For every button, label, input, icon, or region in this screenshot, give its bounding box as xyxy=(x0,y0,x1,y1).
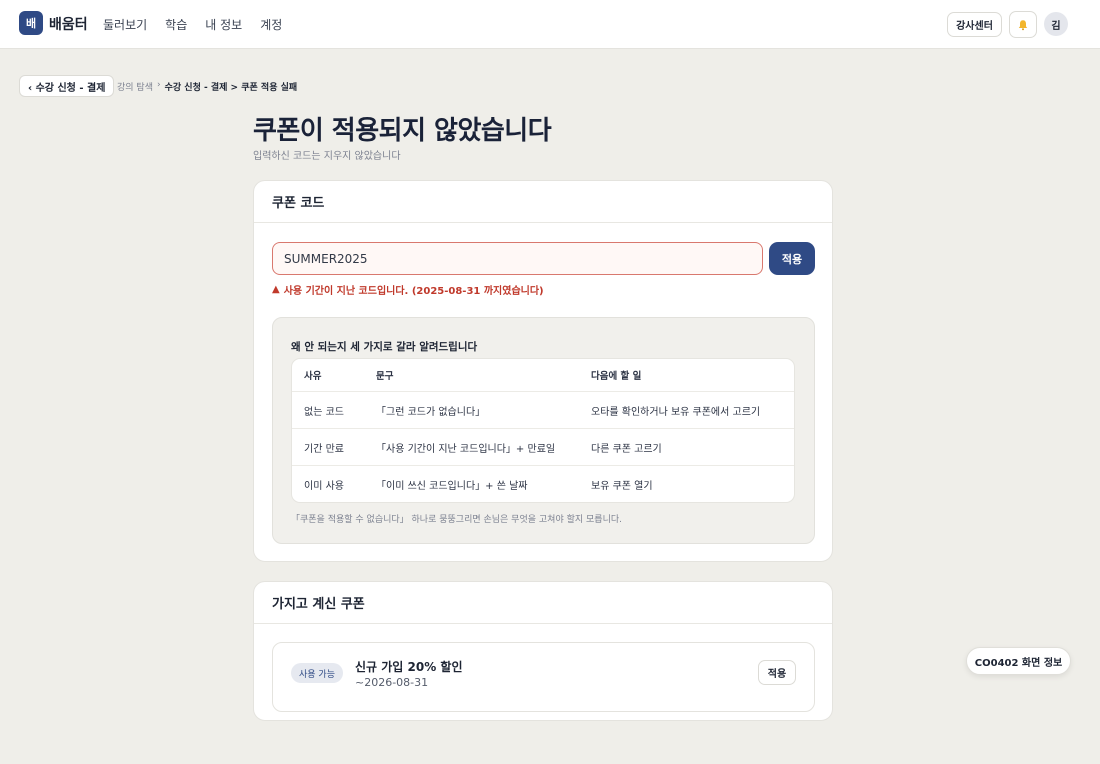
failure-reasons-table: 사유 문구 다음에 할 일 없는 코드 「그런 코드가 없습니다」 오타를 확인… xyxy=(291,358,795,503)
breadcrumb-root[interactable]: 강의 탐색 xyxy=(117,80,153,93)
next-step-cell: 다른 쿠폰 고르기 xyxy=(591,443,662,455)
coupon-code-card: 쿠폰 코드 적용 ▲ 사용 기간이 지난 코드입니다. (2025-08-31 … xyxy=(253,180,833,562)
next-step-cell: 보유 쿠폰 열기 xyxy=(591,480,653,492)
owned-coupons-card: 가지고 계신 쿠폰 사용 가능 신규 가입 20% 할인 ~2026-08-31… xyxy=(253,581,833,721)
bell-icon xyxy=(1018,19,1028,30)
table-row: 이미 사용 「이미 쓰신 코드입니다」+ 쓴 날짜 보유 쿠폰 열기 xyxy=(292,465,794,502)
instructor-center-button[interactable]: 강사센터 xyxy=(947,12,1002,37)
coupon-error-text: 사용 기간이 지난 코드입니다. (2025-08-31 까지였습니다) xyxy=(283,286,544,297)
reason-cell: 없는 코드 xyxy=(304,406,344,418)
nav-link-learning[interactable]: 학습 xyxy=(165,16,187,33)
logo-text[interactable]: 배움터 xyxy=(49,14,88,34)
coupon-code-input[interactable] xyxy=(272,242,763,275)
breadcrumb-current: 수강 신청 - 결제 > 쿠폰 적용 실패 xyxy=(164,83,298,93)
column-header-message: 문구 xyxy=(376,371,394,382)
nav-link-my-info[interactable]: 내 정보 xyxy=(205,16,242,33)
coupon-error-message: ▲ 사용 기간이 지난 코드입니다. (2025-08-31 까지였습니다) xyxy=(272,282,544,297)
apply-owned-coupon-button[interactable]: 적용 xyxy=(758,660,796,685)
top-nav: 배 배움터 둘러보기 학습 내 정보 계정 강사센터 김 xyxy=(0,0,1100,49)
scrollbar[interactable] xyxy=(1088,49,1100,764)
warning-icon: ▲ xyxy=(272,284,280,295)
coupon-code-heading: 쿠폰 코드 xyxy=(254,181,832,223)
nav-links: 둘러보기 학습 내 정보 계정 xyxy=(103,16,282,33)
table-header-row: 사유 문구 다음에 할 일 xyxy=(292,359,794,391)
owned-coupons-heading: 가지고 계신 쿠폰 xyxy=(254,582,832,624)
reason-cell: 이미 사용 xyxy=(304,480,344,492)
column-header-reason: 사유 xyxy=(304,371,322,382)
page-title: 쿠폰이 적용되지 않았습니다 xyxy=(253,116,552,146)
list-item: 사용 가능 신규 가입 20% 할인 ~2026-08-31 적용 xyxy=(272,642,815,712)
breadcrumb-separator: › xyxy=(156,80,161,90)
back-button[interactable]: ‹ 수강 신청 - 결제 xyxy=(19,75,115,97)
table-row: 기간 만료 「사용 기간이 지난 코드입니다」+ 만료일 다른 쿠폰 고르기 xyxy=(292,428,794,465)
message-cell: 「이미 쓰신 코드입니다」+ 쓴 날짜 xyxy=(376,480,528,492)
coupon-name: 신규 가입 20% 할인 xyxy=(355,660,463,674)
nav-link-browse[interactable]: 둘러보기 xyxy=(103,16,147,33)
next-step-cell: 오타를 확인하거나 보유 쿠폰에서 고르기 xyxy=(591,406,761,418)
status-badge: 사용 가능 xyxy=(291,663,343,683)
table-row: 없는 코드 「그런 코드가 없습니다」 오타를 확인하거나 보유 쿠폰에서 고르… xyxy=(292,391,794,428)
message-cell: 「그런 코드가 없습니다」 xyxy=(376,406,486,418)
avatar[interactable]: 김 xyxy=(1044,12,1068,36)
notification-button[interactable] xyxy=(1009,11,1037,38)
apply-coupon-button[interactable]: 적용 xyxy=(769,242,815,275)
breadcrumb: 강의 탐색 › 수강 신청 - 결제 > 쿠폰 적용 실패 xyxy=(117,80,297,93)
page-subtitle: 입력하신 코드는 지우지 않았습니다 xyxy=(253,151,401,162)
column-header-next-step: 다음에 할 일 xyxy=(591,371,642,382)
message-cell: 「사용 기간이 지난 코드입니다」+ 만료일 xyxy=(376,443,556,455)
coupon-expiry: ~2026-08-31 xyxy=(355,676,429,689)
failure-reasons-note: 「쿠폰을 적용할 수 없습니다」 하나로 뭉뚱그리면 손님은 무엇을 고쳐야 할… xyxy=(291,515,622,525)
nav-link-account[interactable]: 계정 xyxy=(260,16,282,33)
failure-reasons-title: 왜 안 되는지 세 가지로 갈라 알려드립니다 xyxy=(291,341,478,353)
reason-cell: 기간 만료 xyxy=(304,443,344,455)
failure-reasons-box: 왜 안 되는지 세 가지로 갈라 알려드립니다 사유 문구 다음에 할 일 없는… xyxy=(272,317,815,544)
screen-info-button[interactable]: CO0402 화면 정보 xyxy=(966,647,1071,675)
logo-icon[interactable]: 배 xyxy=(19,11,43,35)
